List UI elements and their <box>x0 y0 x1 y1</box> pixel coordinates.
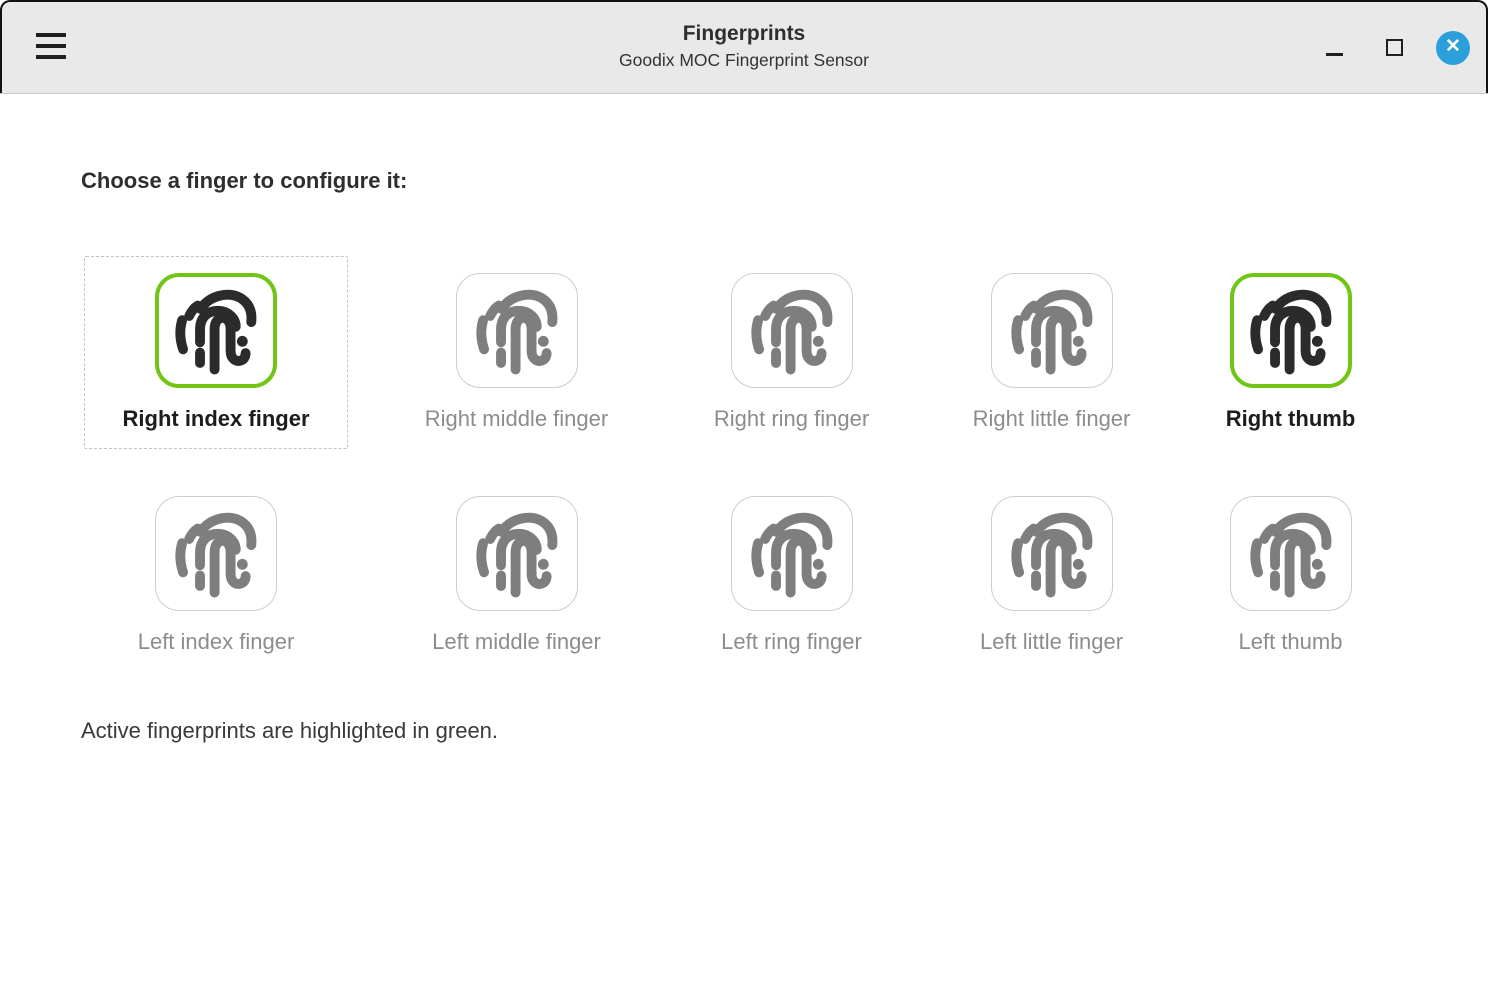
finger-label: Left index finger <box>138 629 295 655</box>
finger-label: Right thumb <box>1226 406 1356 432</box>
window-subtitle: Goodix MOC Fingerprint Sensor <box>2 47 1486 73</box>
close-icon: ✕ <box>1445 30 1461 64</box>
finger-button-left-little[interactable]: Left little finger <box>944 479 1159 672</box>
fingerprint-icon <box>167 507 265 601</box>
fingerprint-icon-box[interactable] <box>731 273 853 388</box>
finger-button-right-thumb[interactable]: Right thumb <box>1205 256 1376 449</box>
fingerprint-icon-box[interactable] <box>991 273 1113 388</box>
fingerprint-icon <box>167 284 265 378</box>
active-fingerprints-note: Active fingerprints are highlighted in g… <box>81 718 1488 744</box>
fingerprint-icon-box[interactable] <box>1230 273 1352 388</box>
finger-label: Left thumb <box>1239 629 1343 655</box>
finger-button-right-middle[interactable]: Right middle finger <box>394 256 639 449</box>
finger-button-right-index[interactable]: Right index finger <box>84 256 348 449</box>
fingerprint-icon <box>743 507 841 601</box>
fingerprints-panel: Choose a finger to configure it: Right i… <box>0 168 1488 744</box>
fingerprint-icon <box>743 284 841 378</box>
finger-button-left-middle[interactable]: Left middle finger <box>394 479 639 672</box>
close-button[interactable]: ✕ <box>1436 31 1470 65</box>
finger-label: Right index finger <box>123 406 310 432</box>
fingerprint-icon-box[interactable] <box>991 496 1113 611</box>
fingerprint-icon <box>1003 284 1101 378</box>
finger-label: Left ring finger <box>721 629 862 655</box>
fingerprint-icon <box>468 507 566 601</box>
window-title: Fingerprints <box>2 21 1486 47</box>
fingerprint-icon-box[interactable] <box>456 273 578 388</box>
finger-button-left-ring[interactable]: Left ring finger <box>685 479 898 672</box>
fingerprint-icon <box>1003 507 1101 601</box>
maximize-icon <box>1386 39 1403 56</box>
fingerprint-icon-box[interactable] <box>155 273 277 388</box>
fingerprint-icon <box>468 284 566 378</box>
window-controls: ✕ <box>1316 2 1470 93</box>
fingerprint-icon <box>1242 284 1340 378</box>
finger-label: Left middle finger <box>432 629 601 655</box>
finger-label: Right little finger <box>973 406 1131 432</box>
finger-button-left-thumb[interactable]: Left thumb <box>1205 479 1376 672</box>
minimize-button[interactable] <box>1316 30 1352 66</box>
fingerprint-icon-box[interactable] <box>456 496 578 611</box>
finger-button-left-index[interactable]: Left index finger <box>84 479 348 672</box>
fingerprint-icon-box[interactable] <box>1230 496 1352 611</box>
finger-grid: Right index finger Right middle finger R… <box>84 256 1488 672</box>
maximize-button[interactable] <box>1376 30 1412 66</box>
finger-label: Right ring finger <box>714 406 869 432</box>
fingerprint-icon-box[interactable] <box>155 496 277 611</box>
window-title-block: Fingerprints Goodix MOC Fingerprint Sens… <box>2 21 1486 73</box>
fingerprint-icon-box[interactable] <box>731 496 853 611</box>
finger-label: Left little finger <box>980 629 1123 655</box>
page-title: Choose a finger to configure it: <box>81 168 1488 194</box>
finger-button-right-ring[interactable]: Right ring finger <box>685 256 898 449</box>
hamburger-menu-icon[interactable] <box>36 33 66 59</box>
finger-label: Right middle finger <box>425 406 608 432</box>
fingerprint-icon <box>1242 507 1340 601</box>
finger-button-right-little[interactable]: Right little finger <box>944 256 1159 449</box>
minimize-icon <box>1326 53 1343 56</box>
titlebar: Fingerprints Goodix MOC Fingerprint Sens… <box>0 0 1488 93</box>
